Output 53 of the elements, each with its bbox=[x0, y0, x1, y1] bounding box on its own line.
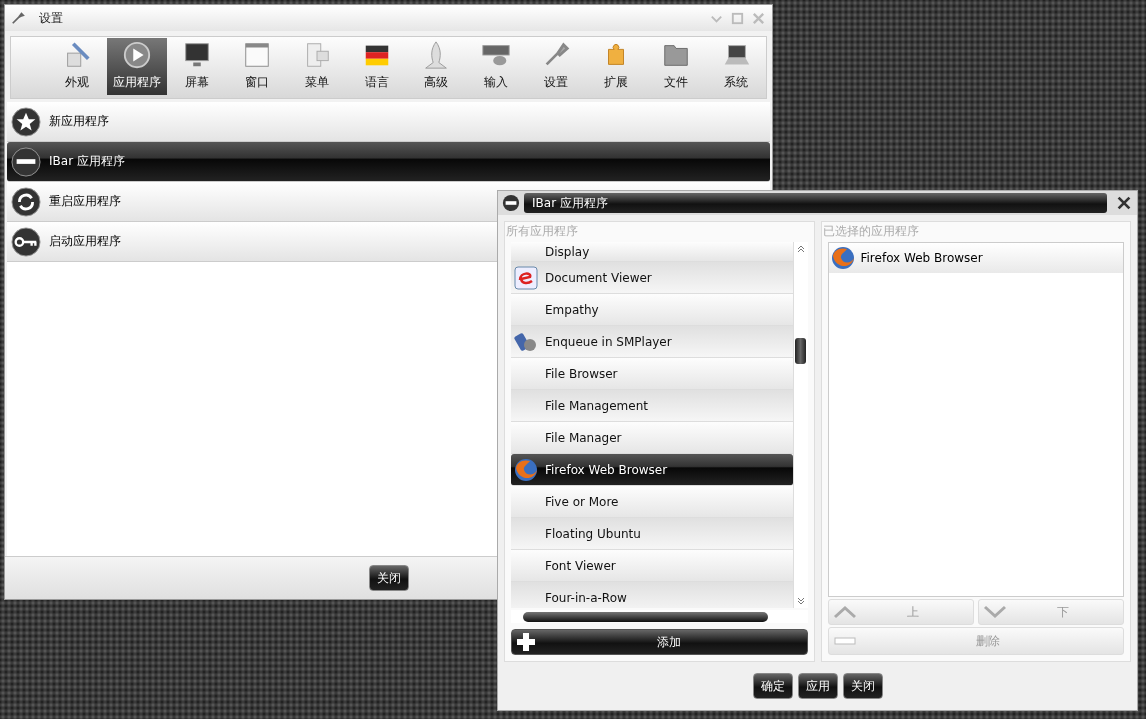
scrollbar-thumb[interactable] bbox=[794, 338, 806, 364]
list-item[interactable]: Floating Ubuntu bbox=[511, 518, 793, 550]
document-icon bbox=[514, 265, 538, 290]
close-icon[interactable] bbox=[1115, 194, 1133, 212]
toolbar-tab[interactable]: 高级 bbox=[406, 38, 467, 95]
minus-icon bbox=[832, 634, 857, 648]
toolbar-tab[interactable]: 设置 bbox=[526, 38, 587, 95]
list-item[interactable]: Font Viewer bbox=[511, 550, 793, 582]
toolbar-tab[interactable]: 菜单 bbox=[286, 38, 347, 95]
toolbar-tab[interactable]: 窗口 bbox=[226, 38, 287, 95]
toolbar-tab[interactable]: 文件 bbox=[646, 38, 707, 95]
plus-icon bbox=[516, 632, 536, 653]
list-item[interactable]: IBar 应用程序 bbox=[7, 142, 770, 182]
dialog-button[interactable]: 应用 bbox=[797, 673, 838, 699]
scrollbar-thumb[interactable] bbox=[523, 611, 768, 622]
list-item[interactable]: File Management bbox=[511, 390, 793, 422]
globe-icon bbox=[514, 457, 538, 482]
list-item[interactable]: Firefox Web Browser bbox=[511, 454, 793, 486]
dialog-button[interactable]: 确定 bbox=[752, 673, 793, 699]
toolbar-icon bbox=[121, 40, 152, 70]
list-item[interactable]: File Browser bbox=[511, 358, 793, 390]
panel-label: 已选择的应用程序 bbox=[822, 223, 920, 240]
panel-label: 所有应用程序 bbox=[506, 223, 579, 240]
chevron-up-icon bbox=[832, 605, 857, 619]
close-button[interactable]: 关闭 bbox=[368, 565, 409, 591]
add-button[interactable]: 添加 bbox=[511, 629, 808, 655]
list-item[interactable]: Empathy bbox=[511, 294, 793, 326]
toolbar-tab[interactable]: 应用程序 bbox=[106, 38, 167, 95]
list-item[interactable]: File Manager bbox=[511, 422, 793, 454]
round-icon bbox=[11, 226, 41, 257]
dialog-title: IBar 应用程序 bbox=[524, 193, 1107, 213]
list-item[interactable]: Four-in-a-Row bbox=[511, 582, 793, 608]
list-item[interactable]: Five or More bbox=[511, 486, 793, 518]
list-item[interactable]: Display bbox=[511, 242, 793, 262]
globe-icon bbox=[830, 246, 855, 270]
minus-icon bbox=[502, 194, 520, 212]
round-icon bbox=[11, 106, 41, 137]
round-icon bbox=[11, 186, 41, 217]
toolbar-tab[interactable]: 输入 bbox=[466, 38, 527, 95]
horizontal-scrollbar[interactable] bbox=[511, 609, 808, 624]
toolbar-tab[interactable]: 语言 bbox=[346, 38, 407, 95]
toolbar-tab[interactable]: 扩展 bbox=[586, 38, 647, 95]
toolbar-tab[interactable]: 外观 bbox=[47, 38, 107, 95]
list-item[interactable]: Document Viewer bbox=[511, 262, 793, 294]
vertical-scrollbar[interactable] bbox=[792, 242, 808, 608]
toolbar-tab[interactable]: 屏幕 bbox=[166, 38, 227, 95]
toolbar-tab[interactable]: 系统 bbox=[706, 38, 767, 95]
dialog-button[interactable]: 关闭 bbox=[842, 673, 883, 699]
wrench-icon bbox=[11, 11, 25, 25]
chevron-down-icon bbox=[982, 605, 1007, 619]
window-title: 设置 bbox=[39, 9, 63, 27]
list-item[interactable]: Enqueue in SMPlayer bbox=[511, 326, 793, 358]
round-icon bbox=[11, 146, 41, 177]
